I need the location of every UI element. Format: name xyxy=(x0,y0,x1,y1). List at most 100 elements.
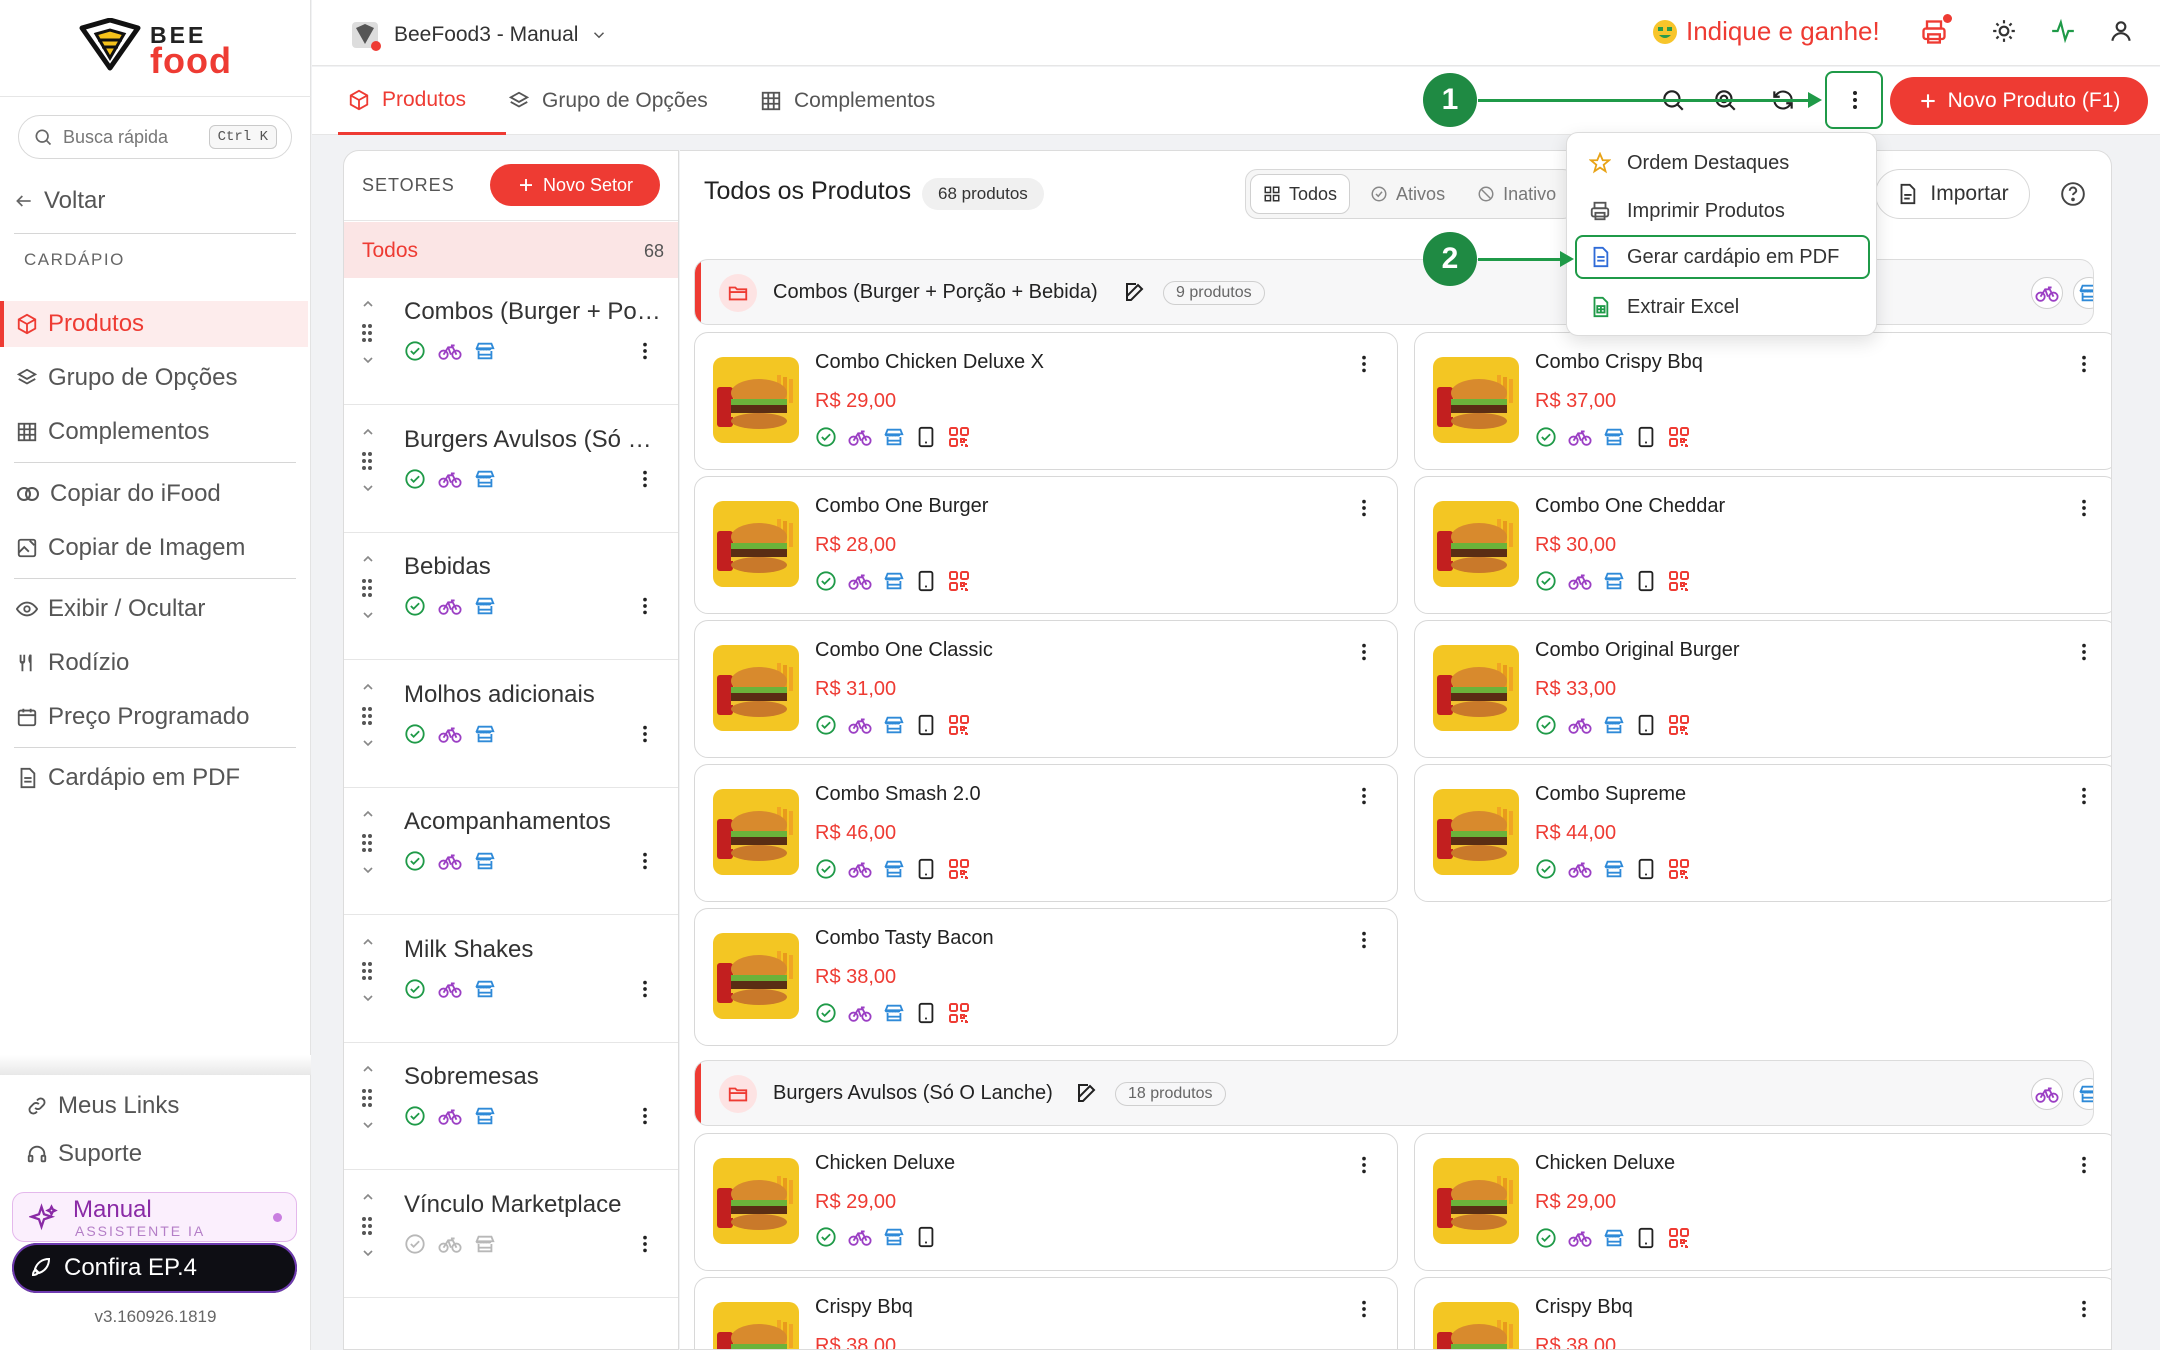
sector-item[interactable]: Sobremesas xyxy=(344,1043,678,1170)
sidebar-item-exibir-ocultar[interactable]: Exibir / Ocultar xyxy=(0,586,308,632)
move-up-icon[interactable] xyxy=(360,679,380,705)
sector-reorder[interactable] xyxy=(360,806,380,883)
sector-all[interactable]: Todos 68 xyxy=(344,222,678,278)
store-toggle[interactable] xyxy=(2073,1078,2093,1110)
kebab-icon[interactable] xyxy=(2073,641,2095,663)
sector-item[interactable]: Milk Shakes xyxy=(344,916,678,1043)
move-up-icon[interactable] xyxy=(360,806,380,832)
kebab-icon[interactable] xyxy=(634,850,656,872)
sector-reorder[interactable] xyxy=(360,424,380,501)
sun-icon[interactable] xyxy=(1991,18,2017,44)
sector-item[interactable]: Bebidas xyxy=(344,533,678,660)
move-down-icon[interactable] xyxy=(360,352,380,373)
kebab-icon[interactable] xyxy=(2073,353,2095,375)
delivery-toggle[interactable] xyxy=(2031,1078,2063,1110)
move-down-icon[interactable] xyxy=(360,607,380,628)
category-header[interactable]: Combos (Burger + Porção + Bebida) 9 prod… xyxy=(694,259,2094,325)
drag-handle-icon[interactable] xyxy=(360,450,380,480)
move-up-icon[interactable] xyxy=(360,934,380,960)
menu-item-extrair-excel[interactable]: Extrair Excel xyxy=(1575,285,1870,329)
sidebar-link-meus-links[interactable]: Meus Links xyxy=(0,1083,308,1129)
menu-item-ordem-destaques[interactable]: Ordem Destaques xyxy=(1575,141,1870,185)
tab-grupo-opcoes[interactable]: Grupo de Opções xyxy=(508,67,708,135)
product-card[interactable]: Chicken Deluxe R$ 29,00 xyxy=(1414,1133,2111,1271)
kebab-icon[interactable] xyxy=(634,340,656,362)
kebab-icon[interactable] xyxy=(1353,353,1375,375)
product-card[interactable]: Combo Supreme R$ 44,00 xyxy=(1414,764,2111,902)
tab-produtos[interactable]: Produtos xyxy=(338,67,506,135)
sector-item[interactable]: Combos (Burger + Porção + Bebida) xyxy=(344,278,678,405)
kebab-icon[interactable] xyxy=(1353,929,1375,951)
product-card[interactable]: Crispy Bbq R$ 38,00 xyxy=(1414,1277,2111,1349)
kebab-icon[interactable] xyxy=(2073,497,2095,519)
product-card[interactable]: Combo Smash 2.0 R$ 46,00 xyxy=(694,764,1398,902)
move-up-icon[interactable] xyxy=(360,551,380,577)
store-toggle[interactable] xyxy=(2073,277,2093,309)
sector-item[interactable]: Vínculo Marketplace xyxy=(344,1171,678,1298)
product-card[interactable]: Crispy Bbq R$ 38,00 xyxy=(694,1277,1398,1349)
menu-item-gerar-pdf[interactable]: Gerar cardápio em PDF xyxy=(1575,235,1870,279)
move-up-icon[interactable] xyxy=(360,296,380,322)
product-card[interactable]: Chicken Deluxe R$ 29,00 xyxy=(694,1133,1398,1271)
sector-reorder[interactable] xyxy=(360,296,380,373)
drag-handle-icon[interactable] xyxy=(360,960,380,990)
kebab-icon[interactable] xyxy=(1353,785,1375,807)
more-options-button[interactable] xyxy=(1825,71,1883,129)
tab-complementos[interactable]: Complementos xyxy=(760,67,935,135)
kebab-icon[interactable] xyxy=(2073,785,2095,807)
menu-item-imprimir-produtos[interactable]: Imprimir Produtos xyxy=(1575,189,1870,233)
store-selector[interactable]: BeeFood3 - Manual xyxy=(348,18,608,52)
activity-icon[interactable] xyxy=(2050,18,2076,44)
drag-handle-icon[interactable] xyxy=(360,1215,380,1245)
kebab-icon[interactable] xyxy=(634,1233,656,1255)
sector-reorder[interactable] xyxy=(360,1061,380,1138)
move-down-icon[interactable] xyxy=(360,990,380,1011)
drag-handle-icon[interactable] xyxy=(360,577,380,607)
back-link[interactable]: Voltar xyxy=(14,187,105,215)
sector-reorder[interactable] xyxy=(360,679,380,756)
promo-button[interactable]: Confira EP.4 xyxy=(12,1243,297,1293)
product-card[interactable]: Combo Original Burger R$ 33,00 xyxy=(1414,620,2111,758)
kebab-icon[interactable] xyxy=(1353,1298,1375,1320)
move-up-icon[interactable] xyxy=(360,424,380,450)
move-down-icon[interactable] xyxy=(360,1245,380,1266)
move-down-icon[interactable] xyxy=(360,735,380,756)
referral-link[interactable]: Indique e ganhe! xyxy=(1652,16,1880,47)
drag-handle-icon[interactable] xyxy=(360,1087,380,1117)
filter-ativos[interactable]: Ativos xyxy=(1358,174,1457,214)
kebab-icon[interactable] xyxy=(2073,1154,2095,1176)
sidebar-item-complementos[interactable]: Complementos xyxy=(0,409,308,455)
product-card[interactable]: Combo One Burger R$ 28,00 xyxy=(694,476,1398,614)
move-up-icon[interactable] xyxy=(360,1189,380,1215)
drag-handle-icon[interactable] xyxy=(360,832,380,862)
kebab-icon[interactable] xyxy=(1353,497,1375,519)
product-card[interactable]: Combo Chicken Deluxe X R$ 29,00 xyxy=(694,332,1398,470)
sidebar-item-copiar-imagem[interactable]: Copiar de Imagem xyxy=(0,525,308,571)
sidebar-item-rodizio[interactable]: Rodízio xyxy=(0,640,308,686)
edit-icon[interactable] xyxy=(1123,280,1147,304)
kebab-icon[interactable] xyxy=(2073,1298,2095,1320)
sector-item[interactable]: Acompanhamentos xyxy=(344,788,678,915)
kebab-icon[interactable] xyxy=(634,1105,656,1127)
sidebar-item-preco-programado[interactable]: Preço Programado xyxy=(0,694,308,740)
product-card[interactable]: Combo One Cheddar R$ 30,00 xyxy=(1414,476,2111,614)
product-card[interactable]: Combo Tasty Bacon R$ 38,00 xyxy=(694,908,1398,1046)
category-header[interactable]: Burgers Avulsos (Só O Lanche) 18 produto… xyxy=(694,1060,2094,1126)
sector-item[interactable]: Burgers Avulsos (Só O Lanche) xyxy=(344,406,678,533)
sector-reorder[interactable] xyxy=(360,1189,380,1266)
user-icon[interactable] xyxy=(2108,18,2134,44)
import-button[interactable]: Importar xyxy=(1875,169,2030,219)
sidebar-link-suporte[interactable]: Suporte xyxy=(0,1131,308,1177)
sidebar-item-cardapio-pdf[interactable]: Cardápio em PDF xyxy=(0,755,308,801)
sector-item[interactable]: Molhos adicionais xyxy=(344,661,678,788)
kebab-icon[interactable] xyxy=(634,723,656,745)
filter-inativos[interactable]: Inativo xyxy=(1465,174,1568,214)
new-sector-button[interactable]: Novo Setor xyxy=(490,164,660,206)
kebab-icon[interactable] xyxy=(1353,1154,1375,1176)
move-up-icon[interactable] xyxy=(360,1061,380,1087)
quick-search[interactable]: Busca rápida Ctrl K xyxy=(18,115,292,159)
sector-reorder[interactable] xyxy=(360,551,380,628)
drag-handle-icon[interactable] xyxy=(360,322,380,352)
product-card[interactable]: Combo Crispy Bbq R$ 37,00 xyxy=(1414,332,2111,470)
move-down-icon[interactable] xyxy=(360,1117,380,1138)
